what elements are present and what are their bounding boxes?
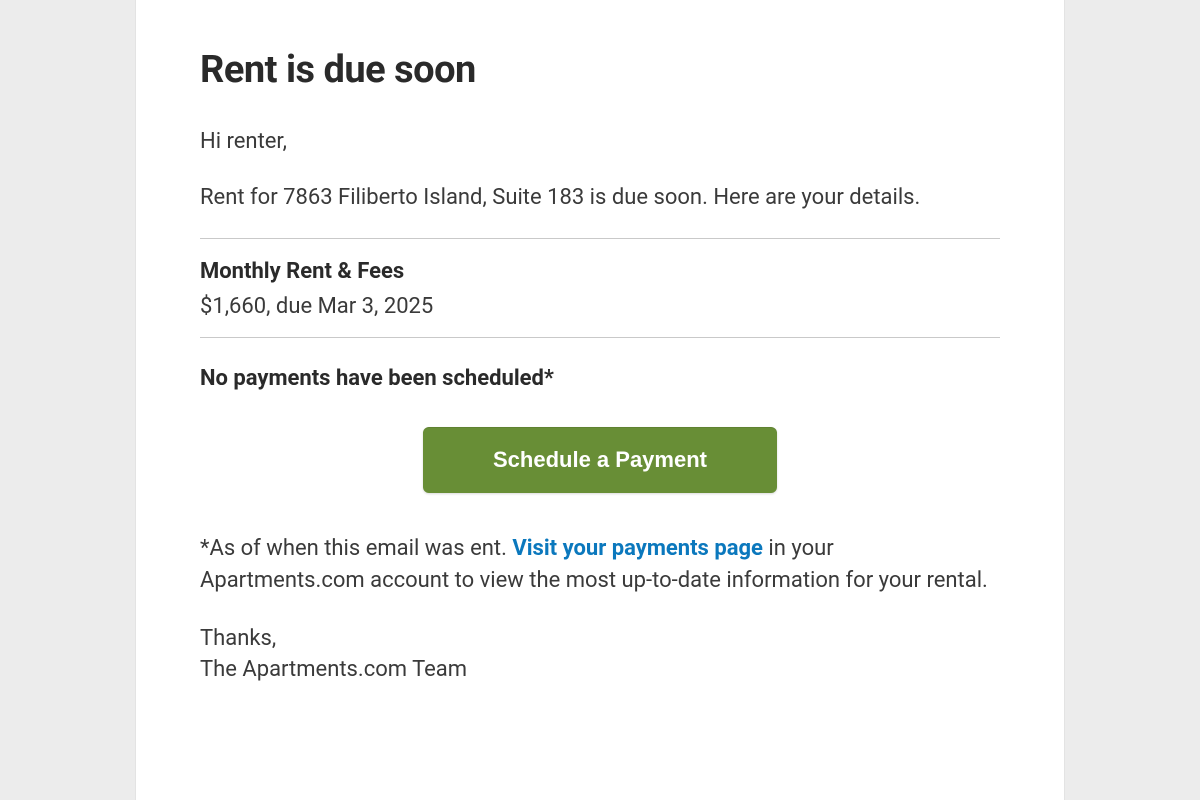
no-payments-text: No payments have been scheduled* [200,366,1000,391]
page-title: Rent is due soon [200,48,1000,92]
signoff-team: The Apartments.com Team [200,657,467,682]
footnote-text: *As of when this email was ent. Visit yo… [200,533,1000,597]
divider [200,337,1000,338]
rent-fees-label: Monthly Rent & Fees [200,259,1000,284]
footnote-prefix: *As of when this email was ent. [200,536,512,561]
cta-row: Schedule a Payment [200,427,1000,493]
rent-fees-value: $1,660, due Mar 3, 2025 [200,294,1000,319]
email-card: Rent is due soon Hi renter, Rent for 786… [135,0,1065,800]
greeting-text: Hi renter, [200,126,1000,158]
signoff-thanks: Thanks, [200,626,276,651]
payments-page-link[interactable]: Visit your payments page [512,536,763,561]
schedule-payment-button[interactable]: Schedule a Payment [423,427,777,493]
signoff: Thanks, The Apartments.com Team [200,623,1000,687]
divider [200,238,1000,239]
intro-text: Rent for 7863 Filiberto Island, Suite 18… [200,182,1000,214]
